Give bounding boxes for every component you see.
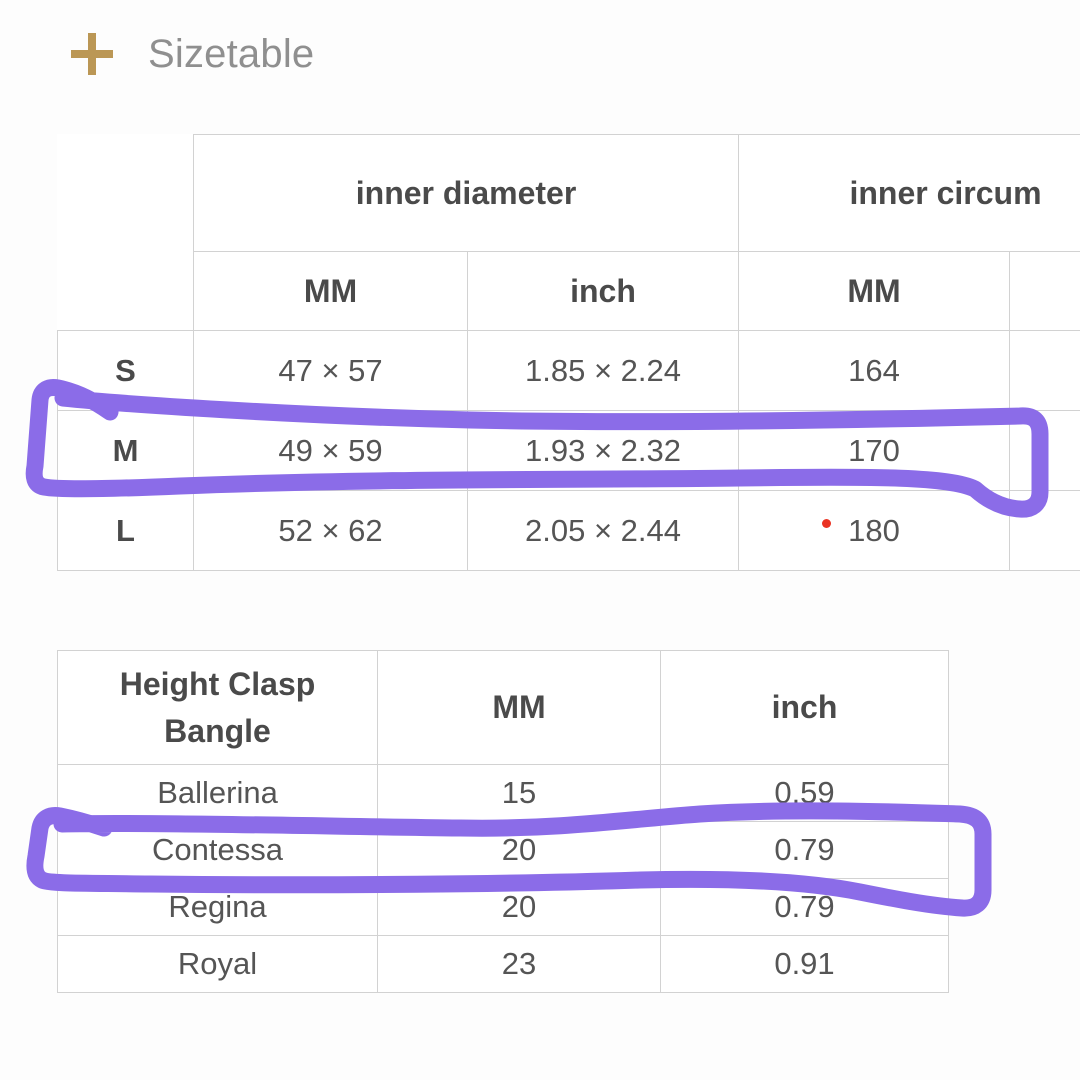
cell-contessa-inch: 0.79	[660, 821, 949, 879]
size-label-s: S	[57, 330, 194, 411]
cell-contessa-mm: 20	[377, 821, 661, 879]
cell-ballerina-inch: 0.59	[660, 764, 949, 822]
cell-regina-inch: 0.79	[660, 878, 949, 936]
table-row: Regina 20 0.79	[57, 878, 949, 936]
cell-m-circumference-mm: 170	[738, 410, 1011, 491]
size-table-unit-header-row: MM inch MM	[58, 251, 1080, 331]
cell-m-diameter-mm: 49 × 59	[193, 410, 468, 491]
clasp-table-head: Height Clasp Bangle MM inch	[57, 650, 949, 765]
size-table-group-header-row: inner diameter inner circum	[58, 134, 1080, 252]
size-label-m: M	[57, 410, 194, 491]
table-row: S 47 × 57 1.85 × 2.24 164	[57, 330, 1080, 411]
plus-icon[interactable]	[68, 30, 116, 78]
size-table-body: S 47 × 57 1.85 × 2.24 164 M 49 × 59 1.93…	[57, 330, 1080, 571]
column-group-inner-diameter: inner diameter	[192, 134, 740, 252]
table-row: Ballerina 15 0.59	[57, 764, 949, 822]
cell-ballerina-mm: 15	[377, 764, 661, 822]
cell-royal-name: Royal	[57, 935, 378, 993]
cell-l-circumference-inch	[1009, 490, 1080, 571]
clasp-table-header-row: Height Clasp Bangle MM inch	[57, 650, 949, 765]
clasp-header-line-1: Height Clasp	[119, 666, 316, 703]
column-header-clasp-mm: MM	[377, 650, 661, 765]
column-header-circumference-mm: MM	[738, 251, 1011, 331]
page-title: Sizetable	[148, 32, 315, 76]
column-group-inner-circumference: inner circum	[738, 134, 1080, 252]
size-table: inner diameter inner circum MM inch MM S…	[57, 134, 1080, 571]
size-label-l: L	[57, 490, 194, 571]
cell-m-circumference-inch	[1009, 410, 1080, 491]
table-row: Contessa 20 0.79	[57, 821, 949, 879]
cursor-dot-icon	[822, 518, 832, 528]
size-table-corner-cell-2	[58, 252, 194, 331]
column-header-clasp-inch: inch	[660, 650, 949, 765]
column-header-diameter-mm: MM	[193, 251, 468, 331]
cell-m-diameter-inch: 1.93 × 2.32	[466, 410, 740, 491]
size-table-head: inner diameter inner circum MM inch MM	[58, 134, 1080, 331]
cell-ballerina-name: Ballerina	[57, 764, 378, 822]
column-header-circumference-inch	[1009, 251, 1080, 331]
cell-royal-inch: 0.91	[660, 935, 949, 993]
column-header-height-clasp-bangle: Height Clasp Bangle	[57, 650, 378, 765]
clasp-header-line-2: Bangle	[164, 712, 271, 749]
cell-regina-mm: 20	[377, 878, 661, 936]
cell-s-circumference-inch	[1009, 330, 1080, 411]
cell-s-diameter-mm: 47 × 57	[193, 330, 468, 411]
cell-s-circumference-mm: 164	[738, 330, 1011, 411]
cell-l-circumference-mm-value: 180	[848, 512, 900, 548]
table-row: M 49 × 59 1.93 × 2.32 170	[57, 410, 1080, 491]
cell-l-circumference-mm: 180	[738, 490, 1011, 571]
height-clasp-bangle-table: Height Clasp Bangle MM inch Ballerina 15 …	[57, 650, 949, 993]
cell-l-diameter-mm: 52 × 62	[193, 490, 468, 571]
cell-royal-mm: 23	[377, 935, 661, 993]
cell-s-diameter-inch: 1.85 × 2.24	[466, 330, 740, 411]
size-table-corner-cell	[58, 135, 194, 252]
page-header: Sizetable	[0, 18, 1080, 102]
clasp-table-body: Ballerina 15 0.59 Contessa 20 0.79 Regin…	[57, 764, 949, 993]
table-row: Royal 23 0.91	[57, 935, 949, 993]
cell-contessa-name: Contessa	[57, 821, 378, 879]
cell-regina-name: Regina	[57, 878, 378, 936]
table-row: L 52 × 62 2.05 × 2.44 180	[57, 490, 1080, 571]
page-root: Sizetable inner diameter inner circum MM…	[0, 0, 1080, 1080]
cell-l-diameter-inch: 2.05 × 2.44	[466, 490, 740, 571]
column-header-diameter-inch: inch	[466, 251, 740, 331]
